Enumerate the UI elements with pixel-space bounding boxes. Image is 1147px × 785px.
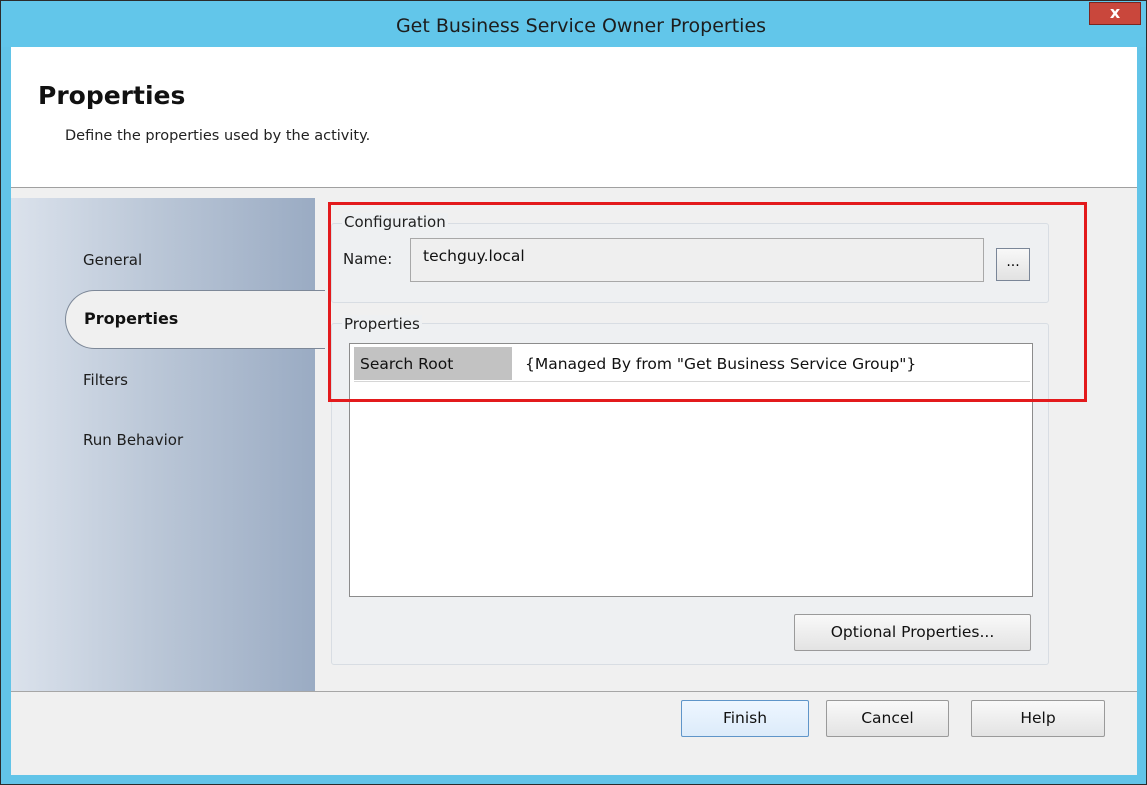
footer-divider <box>11 691 1137 692</box>
property-key-cell[interactable]: Search Root <box>354 347 512 380</box>
sidebar-item-general[interactable]: General <box>83 251 142 269</box>
title-bar[interactable]: Get Business Service Owner Properties x <box>1 1 1146 47</box>
close-button[interactable]: x <box>1089 2 1141 25</box>
finish-button[interactable]: Finish <box>681 700 809 737</box>
cancel-button[interactable]: Cancel <box>826 700 949 737</box>
close-icon: x <box>1109 3 1121 22</box>
help-button[interactable]: Help <box>971 700 1105 737</box>
property-value-cell[interactable]: {Managed By from "Get Business Service G… <box>525 347 916 373</box>
window-title: Get Business Service Owner Properties <box>395 15 767 37</box>
configuration-group-label: Configuration <box>342 213 448 231</box>
properties-table[interactable]: Search Root {Managed By from "Get Busine… <box>349 343 1033 597</box>
dialog-window: Get Business Service Owner Properties x … <box>0 0 1147 785</box>
dialog-client: Properties Define the properties used by… <box>11 47 1137 775</box>
row-divider <box>354 381 1030 382</box>
sidebar-item-run-behavior[interactable]: Run Behavior <box>83 431 183 449</box>
browse-button[interactable]: ... <box>996 248 1030 281</box>
sidebar-item-label: Properties <box>84 309 179 328</box>
sidebar-item-properties[interactable]: Properties <box>65 290 325 349</box>
page-description: Define the properties used by the activi… <box>65 128 371 144</box>
sidebar-item-filters[interactable]: Filters <box>83 371 128 389</box>
name-field[interactable]: techguy.local <box>410 238 984 282</box>
page-header: Properties Define the properties used by… <box>11 47 1137 188</box>
page-title: Properties <box>38 81 186 110</box>
optional-properties-button[interactable]: Optional Properties... <box>794 614 1031 651</box>
sidebar: General Properties Filters Run Behavior <box>11 198 325 691</box>
properties-group-label: Properties <box>342 315 422 333</box>
name-label: Name: <box>343 250 393 268</box>
